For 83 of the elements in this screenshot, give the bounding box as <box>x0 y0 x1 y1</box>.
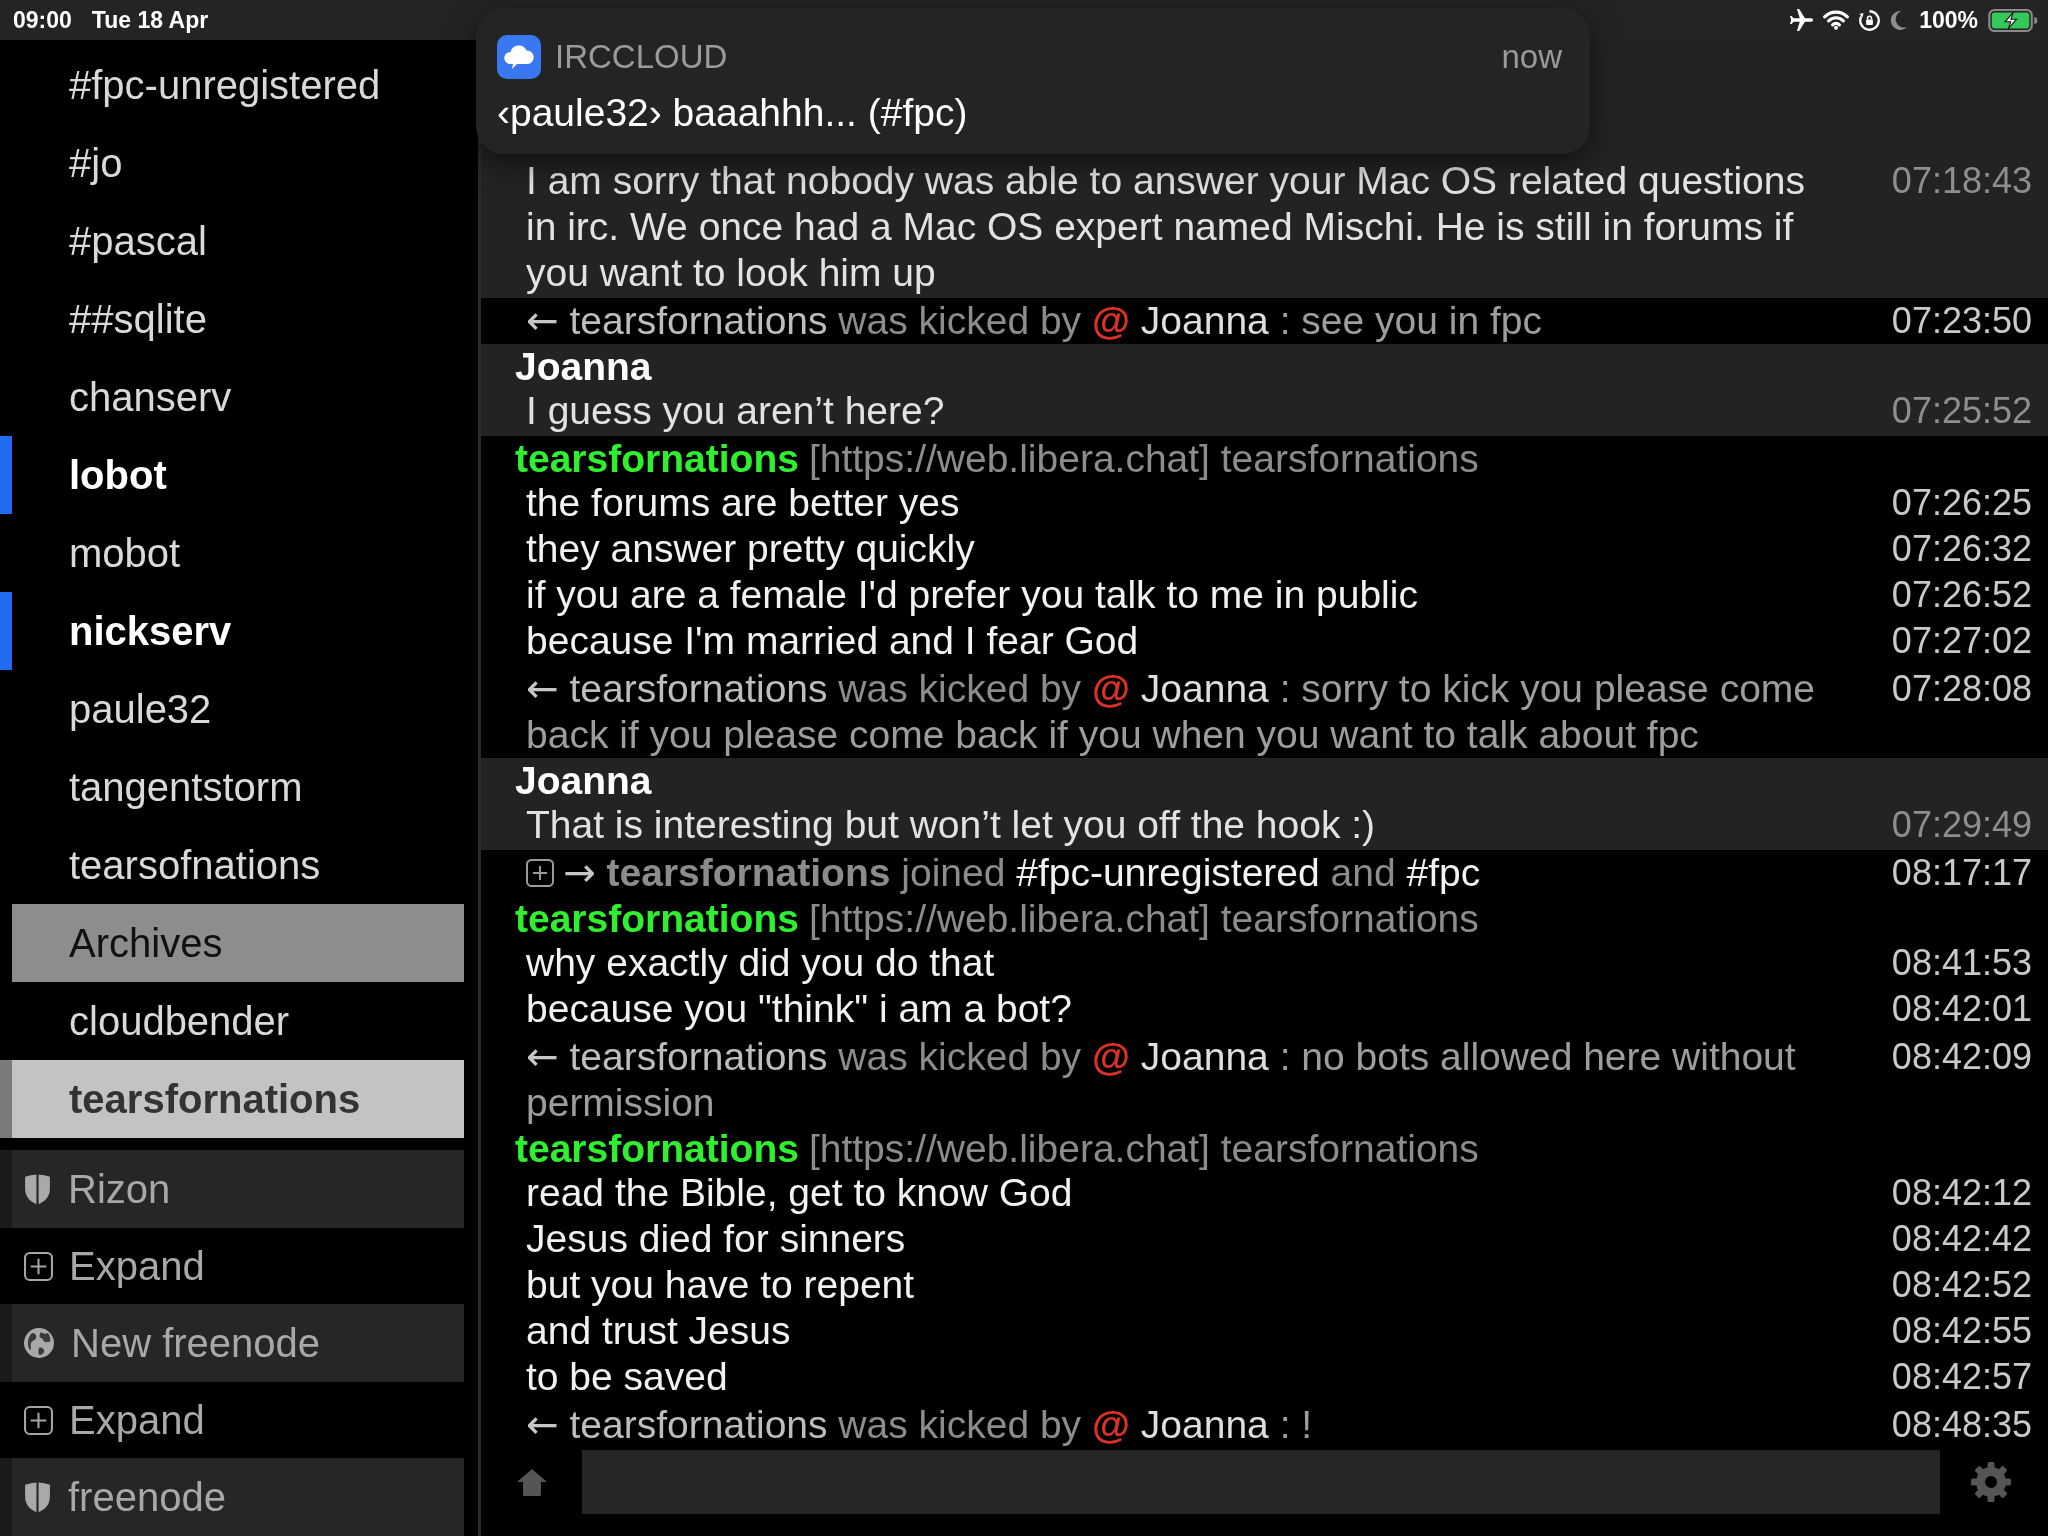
message-input[interactable] <box>582 1450 1940 1514</box>
timestamp: 07:26:25 <box>1890 481 2032 525</box>
plus-square-icon <box>24 1405 53 1435</box>
join-notice: → tearsfornations joined #fpc-unregistered and #fpc <box>563 850 1481 896</box>
channel-item[interactable]: tearsfornations <box>0 1060 464 1138</box>
plus-square-icon <box>24 1251 53 1281</box>
channel-item[interactable]: nickserv <box>0 592 464 670</box>
channel-item[interactable]: tearsofnations <box>0 826 464 904</box>
message-text: and trust Jesus <box>526 1308 792 1354</box>
timestamp: 08:42:01 <box>1890 987 2032 1031</box>
timestamp: 08:42:42 <box>1890 1217 2032 1261</box>
nickname[interactable]: tearsfornations <box>515 1127 799 1171</box>
plus-square-icon[interactable] <box>526 859 554 887</box>
message-text: That is interesting but won’t let you off the hook :) <box>526 802 1377 848</box>
nickname[interactable]: tearsfornations <box>515 437 799 481</box>
timestamp: 08:41:53 <box>1890 941 2032 985</box>
channel-item[interactable]: tangentstorm <box>0 748 464 826</box>
timestamp: 08:17:17 <box>1890 851 2032 895</box>
timestamp: 08:42:55 <box>1890 1309 2032 1353</box>
channel-item[interactable]: lobot <box>0 436 464 514</box>
timestamp: 07:26:32 <box>1890 527 2032 571</box>
user-host: [https://web.libera.chat] tearsfornations <box>808 1127 1479 1171</box>
timestamp: 08:42:09 <box>1890 1035 2032 1079</box>
timestamp: 07:26:52 <box>1890 573 2032 617</box>
channel-item[interactable]: paule32 <box>0 670 464 748</box>
channel-item[interactable]: #fpc-unregistered <box>0 46 464 124</box>
nickname[interactable]: Joanna <box>515 759 652 803</box>
app-name: IRCCLOUD <box>555 38 728 76</box>
message-text: I guess you aren’t here? <box>526 388 946 434</box>
notification-banner[interactable]: IRCCLOUD now ‹paule32› baaahhh... (#fpc) <box>476 8 1590 154</box>
message-text: I am sorry that nobody was able to answer your Mac OS related questions in irc. We once had a Mac OS expert named Mischi. He is still in forums if you want to look him up <box>526 158 1806 296</box>
timestamp: 08:42:12 <box>1890 1171 2032 1215</box>
channel-item[interactable]: #jo <box>0 124 464 202</box>
kick-notice: ← tearsfornations was kicked by @ Joanna : see you in fpc <box>526 298 1543 344</box>
battery-percent: 100% <box>1919 6 1978 34</box>
nickname[interactable]: Joanna <box>515 345 652 389</box>
message-text: read the Bible, get to know God <box>526 1170 1074 1216</box>
airplane-icon <box>1790 9 1814 31</box>
notification-message: ‹paule32› baaahhh... (#fpc) <box>497 91 969 135</box>
channel-item[interactable]: #pascal <box>0 202 464 280</box>
status-date: Tue 18 Apr <box>91 6 209 34</box>
message-text: why exactly did you do that <box>526 940 996 986</box>
notification-time: now <box>1501 38 1562 76</box>
message-text: but you have to repent <box>526 1262 916 1308</box>
network-header[interactable]: Rizon <box>0 1150 464 1228</box>
message-text: if you are a female I'd prefer you talk to me in public <box>526 572 1419 618</box>
user-host: [https://web.libera.chat] tearsfornations <box>808 437 1479 481</box>
message-text: the forums are better yes <box>526 480 961 526</box>
timestamp: 07:25:52 <box>1890 389 2032 433</box>
message-text: because you "think" i am a bot? <box>526 986 1073 1032</box>
message-text: to be saved <box>526 1354 729 1400</box>
network-header[interactable]: New freenode <box>0 1304 464 1382</box>
message-text: they answer pretty quickly <box>526 526 976 572</box>
settings-icon[interactable] <box>1971 1462 2011 1502</box>
timestamp: 08:42:52 <box>1890 1263 2032 1307</box>
expand-button[interactable]: Expand <box>0 1228 464 1304</box>
channel-item[interactable]: cloudbender <box>0 982 464 1060</box>
timestamp: 07:23:50 <box>1890 299 2032 343</box>
network-header[interactable]: freenode <box>0 1458 464 1536</box>
timestamp: 08:48:35 <box>1890 1403 2032 1447</box>
wifi-icon <box>1823 10 1850 30</box>
channel-item[interactable]: mobot <box>0 514 464 592</box>
expand-button[interactable]: Expand <box>0 1382 464 1458</box>
timestamp: 07:27:02 <box>1890 619 2032 663</box>
channel-item[interactable]: ##sqlite <box>0 280 464 358</box>
message-text: Jesus died for sinners <box>526 1216 907 1262</box>
message-text: because I'm married and I fear God <box>526 618 1140 664</box>
upload-arrow-icon[interactable] <box>517 1468 547 1496</box>
timestamp: 07:18:43 <box>1890 159 2032 203</box>
clock-time: 09:00 <box>13 6 72 34</box>
nickname[interactable]: tearsfornations <box>515 897 799 941</box>
moon-icon <box>1890 10 1908 30</box>
kick-notice: ← tearsfornations was kicked by @ Joanna : ! <box>526 1402 1314 1448</box>
timestamp: 07:29:49 <box>1890 803 2032 847</box>
kick-notice: ← tearsfornations was kicked by @ Joanna : sorry to kick you please come back if you please come back if you when you want to talk about fpc <box>526 666 1816 758</box>
channel-item[interactable]: chanserv <box>0 358 464 436</box>
rotation-lock-icon <box>1859 9 1881 31</box>
cloud-app-icon <box>497 35 541 79</box>
timestamp: 08:42:57 <box>1890 1355 2032 1399</box>
battery-icon <box>1988 8 2038 32</box>
kick-notice: ← tearsfornations was kicked by @ Joanna : no bots allowed here without permission <box>526 1034 1797 1126</box>
user-host: [https://web.libera.chat] tearsfornations <box>808 897 1479 941</box>
timestamp: 07:28:08 <box>1890 667 2032 711</box>
